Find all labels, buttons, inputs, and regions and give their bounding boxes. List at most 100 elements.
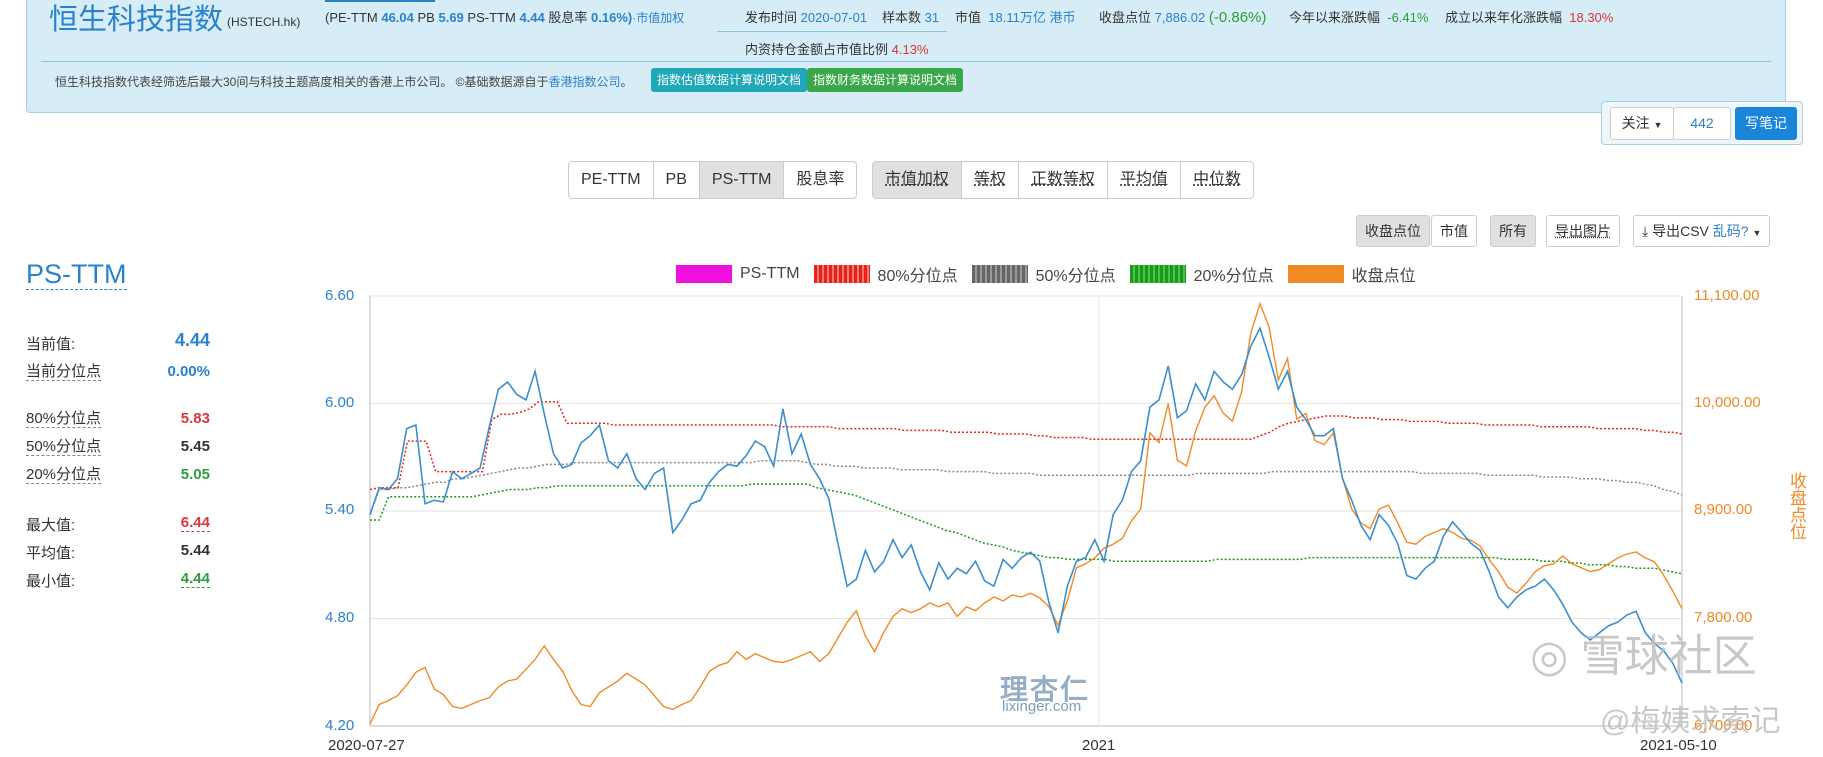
pb-value: 5.69 [438,10,464,25]
max-label: 最大值: [26,517,76,534]
p80-label[interactable]: 80%分位点 [26,410,102,428]
publish-date: 发布时间 2020-07-01 [745,7,867,26]
p50-label[interactable]: 50%分位点 [26,438,102,456]
y-right-tick: 8,900.00 [1694,501,1753,518]
inland-holding: 内资持仓金额占市值比例 4.13% [745,39,929,58]
current-percentile-label[interactable]: 当前分位点 [26,363,102,381]
y-right-axis-title: 收盘点位 [1787,472,1806,540]
tab-pe-ttm[interactable]: PE-TTM [569,162,654,198]
close-price-line [369,301,1683,725]
garbled-link[interactable]: 乱码? [1713,223,1749,239]
mktcap-unit: 港币 [1049,10,1076,25]
xueqiu-watermark: ◎ 雪球社区 [1530,632,1757,681]
close-toggle-button[interactable]: 收盘点位 [1356,215,1430,247]
tab-ps-ttm[interactable]: PS-TTM [699,162,785,198]
legend-item-close[interactable]: 收盘点位 [1287,262,1416,286]
p20-label[interactable]: 20%分位点 [26,466,102,484]
min-value[interactable]: 4.44 [130,570,210,588]
legend-label: 80%分位点 [877,268,958,285]
author-watermark: @梅姨求索记 [1600,705,1781,738]
metric-tabs: PE-TTM PB PS-TTM 股息率 [568,161,858,199]
weighting-link[interactable]: ·市值加权 [632,11,684,25]
legend-label: 50%分位点 [1035,268,1116,285]
legend-item-ps[interactable]: PS-TTM [676,265,800,283]
y-left-tick: 4.20 [325,717,355,734]
inland-label: 内资持仓金额占市值比例 [745,42,889,57]
p50-value: 5.45 [180,438,210,455]
pe-label: (PE-TTM [325,10,378,25]
legend-item-p20[interactable]: 20%分位点 [1129,262,1274,286]
y-right-tick: 11,100.00 [1694,287,1760,304]
p20-line [370,483,1683,575]
mktcap-value: 18.11万亿 [988,10,1046,25]
tab-pb[interactable]: PB [654,162,700,198]
caret-down-icon: ▼ [1653,120,1663,130]
legend-swatch [676,265,732,283]
write-note-button[interactable]: 写笔记 [1735,107,1797,140]
current-percentile-value: 0.00% [167,363,210,380]
tab-dividend[interactable]: 股息率 [784,162,856,198]
tab-average[interactable]: 平均值 [1108,162,1182,198]
max-value[interactable]: 6.44 [130,514,210,532]
follow-dropdown[interactable]: 关注 ▼ [1610,107,1674,140]
mktcap-label: 市值 [955,10,982,25]
legend-swatch [1287,265,1344,283]
export-csv-label: 导出CSV [1652,223,1709,239]
y-left-tick: 6.60 [325,287,355,304]
div-value: 0.16%) [591,10,633,25]
y-left-tick: 4.80 [325,609,355,626]
legend-swatch [813,265,870,283]
publish-label: 发布时间 [745,10,798,25]
tab-equal-weighted[interactable]: 等权 [962,162,1020,198]
index-title: 恒生科技指数 [49,4,224,36]
mktcap-toggle-button[interactable]: 市值 [1431,215,1477,247]
y-right-tick: 10,000.00 [1694,394,1761,411]
index-code: (HSTECH.hk) [227,15,301,29]
min-label: 最小值: [26,573,76,590]
finance-doc-button[interactable]: 指数财务数据计算说明文档 [807,68,964,92]
export-image-button[interactable]: 导出图片 [1546,215,1620,247]
sample-label: 样本数 [882,10,922,25]
tab-mktcap-weighted[interactable]: 市值加权 [873,162,963,198]
source-link[interactable]: 香港指数公司 [549,75,621,89]
close-price: 收盘点位 7,886.02 (-0.86%) [1099,7,1266,26]
valuation-doc-button[interactable]: 指数估值数据计算说明文档 [651,68,808,92]
legend-swatch [971,265,1028,283]
legend-item-p50[interactable]: 50%分位点 [971,262,1116,286]
chart-legend: PS-TTM 80%分位点 50%分位点 20%分位点 收盘点位 [676,262,1430,286]
max-value-text: 6.44 [180,514,210,532]
legend-label: 20%分位点 [1193,268,1274,285]
tab-median[interactable]: 中位数 [1181,162,1253,198]
p80-value: 5.83 [180,410,210,427]
x-tick-2021: 2021 [1082,737,1116,754]
divider [41,61,1771,62]
weighting-tabs: 市值加权 等权 正数等权 平均值 中位数 [872,161,1255,199]
divider [717,31,947,32]
caret-down-icon: ▼ [1752,228,1762,238]
title-accent-line [325,0,435,2]
legend-item-p80[interactable]: 80%分位点 [813,262,958,286]
p50-line [369,460,1683,515]
index-description: 恒生科技指数代表经筛选后最大30间与科技主题高度相关的香港上市公司。 ©基础数据… [55,73,633,90]
download-icon: ⤓ [1642,223,1649,239]
export-csv-button[interactable]: ⤓ 导出CSV 乱码? ▼ [1633,215,1771,247]
sample-count: 样本数 31 [882,7,939,26]
publish-value: 2020-07-01 [800,10,868,25]
avg-label: 平均值: [26,545,76,562]
description-end: 。 [620,75,633,89]
ps-label: PS-TTM [467,10,516,25]
annual-change: 成立以来年化涨跌幅 18.30% [1445,7,1613,26]
follow-box: 关注 ▼ 442 写笔记 [1601,101,1803,145]
stats-title: PS-TTM [26,259,127,290]
ytd-label: 今年以来涨跌幅 [1289,10,1381,25]
ytd-change: 今年以来涨跌幅 -6.41% [1289,7,1428,26]
ytd-value: -6.41% [1387,10,1429,25]
inland-value: 4.13% [891,42,929,57]
range-all-button[interactable]: 所有 [1490,215,1536,247]
annual-value: 18.30% [1569,10,1614,25]
legend-label: 收盘点位 [1351,268,1416,285]
div-label: 股息率 [548,10,588,25]
tab-positive-equal[interactable]: 正数等权 [1019,162,1109,198]
lixinger-url-watermark: lixinger.com [1002,698,1082,715]
pb-label: PB [417,10,435,25]
